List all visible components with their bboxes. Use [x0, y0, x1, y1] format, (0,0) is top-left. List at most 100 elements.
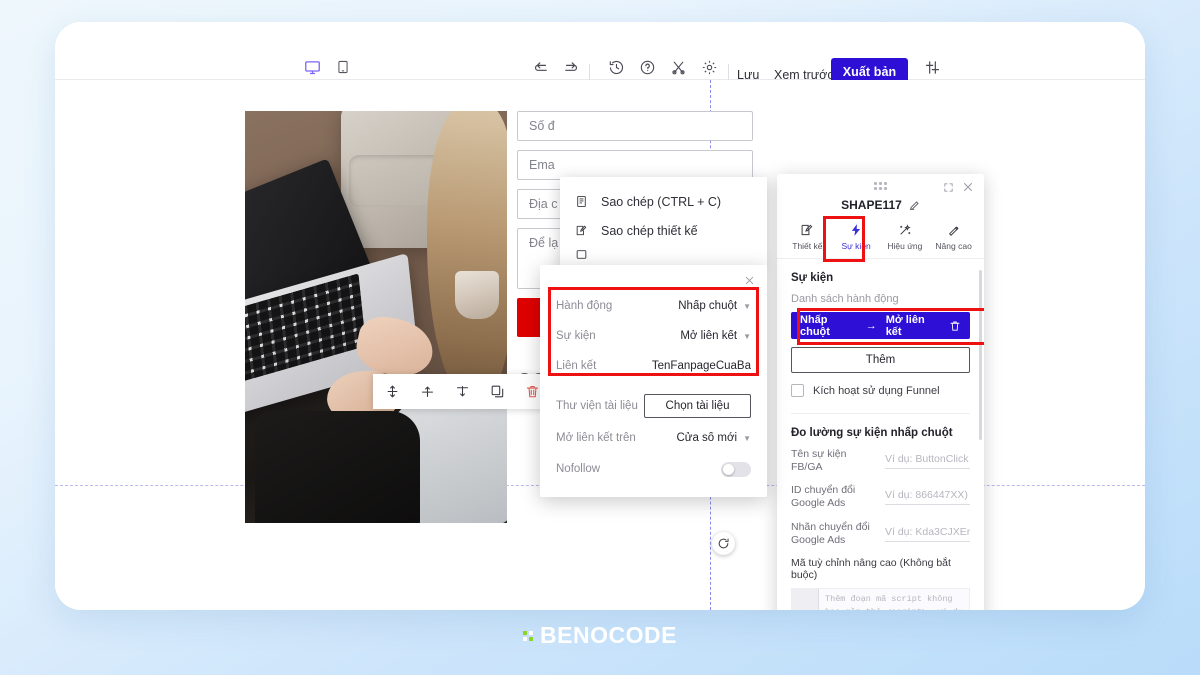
more-icon: [574, 247, 589, 262]
link-row-event[interactable]: Sự kiện Mở liên kết ▼: [540, 321, 767, 351]
brand-name: BENOCODE: [540, 622, 677, 648]
gads-conversion-id-input[interactable]: Ví dụ: 866447XX): [885, 489, 970, 506]
arrow-right-icon: →: [865, 319, 877, 332]
link-settings-popup[interactable]: Hành động Nhấp chuột ▼ Sự kiện Mở liên k…: [540, 265, 767, 497]
photo-legs: [255, 411, 420, 523]
funnel-checkbox[interactable]: [791, 384, 804, 397]
close-icon[interactable]: [741, 272, 757, 288]
link-row-url[interactable]: Liên kết TenFanpageCuaBa: [540, 351, 767, 381]
choose-file-button[interactable]: Chọn tài liệu: [644, 394, 751, 418]
custom-code-editor[interactable]: Thêm đoạn mã script không bao gồm thẻ <s…: [791, 587, 970, 610]
open-target-value-text: Cửa sổ mới: [676, 432, 738, 444]
tab-label: Hiệu ứng: [887, 241, 923, 251]
funnel-checkbox-row[interactable]: Kích hoạt sử dụng Funnel: [791, 384, 970, 397]
nofollow-toggle-wrap[interactable]: [644, 461, 751, 477]
align-bottom-icon[interactable]: [453, 382, 472, 401]
measure-row-gads-id: ID chuyển đổi Google Ads Ví dụ: 866447XX…: [791, 484, 970, 510]
form-field-email[interactable]: Ema: [517, 150, 753, 180]
measure-label: ID chuyển đổi Google Ads: [791, 484, 856, 510]
link-row-value-text: Nhấp chuột: [678, 300, 738, 312]
add-action-button[interactable]: Thêm: [791, 347, 970, 373]
nofollow-label: Nofollow: [556, 463, 601, 475]
link-row-action[interactable]: Hành động Nhấp chuột ▼: [540, 291, 767, 321]
close-icon[interactable]: [961, 180, 975, 194]
history-clock-icon[interactable]: [603, 54, 629, 80]
lightning-icon: [849, 221, 863, 238]
tab-advanced[interactable]: Nâng cao: [932, 221, 976, 251]
trash-icon[interactable]: [949, 320, 961, 332]
design-pencil-icon: [800, 221, 814, 238]
gads-conversion-label-input[interactable]: Ví dụ: Kda3CJXEr: [885, 526, 970, 542]
link-row-label: Sự kiện: [556, 330, 596, 342]
context-menu-item-copy-design[interactable]: Sao chép thiết kế: [560, 216, 767, 245]
mobile-view-icon[interactable]: [330, 54, 356, 80]
link-row-label: Liên kết: [556, 360, 597, 372]
context-menu-label: Sao chép (CTRL + C): [601, 194, 722, 209]
link-row-nofollow[interactable]: Nofollow: [540, 453, 767, 485]
link-row-label: Hành động: [556, 300, 613, 312]
move-vertical-icon[interactable]: [383, 382, 402, 401]
form-field-phone[interactable]: Số đ: [517, 111, 753, 141]
context-menu-label: Sao chép thiết kế: [601, 223, 698, 238]
pencil-icon[interactable]: [909, 200, 920, 211]
footer-brand: BENOCODE: [0, 622, 1200, 649]
context-menu-item-copy[interactable]: Sao chép (CTRL + C): [560, 187, 767, 216]
expand-icon[interactable]: [941, 180, 955, 194]
tab-design[interactable]: Thiết kế: [785, 221, 829, 251]
action-chip-action: Mở liên kết: [885, 313, 925, 338]
nofollow-toggle[interactable]: [721, 461, 751, 477]
tab-effects[interactable]: Hiệu ứng: [883, 221, 927, 251]
link-row-open-target[interactable]: Mở liên kết trên Cửa sổ mới ▼: [540, 423, 767, 453]
measure-label: Nhãn chuyển đổi Google Ads: [791, 520, 870, 546]
magic-wand-icon: [898, 221, 912, 238]
undo-icon[interactable]: [527, 54, 553, 80]
open-target-value[interactable]: Cửa sổ mới ▼: [644, 432, 751, 444]
action-chip-trigger: Nhấp chuột: [800, 313, 830, 338]
measure-row-gads-label: Nhãn chuyển đổi Google Ads Ví dụ: Kda3CJ…: [791, 521, 970, 547]
benocode-logo-dots-icon: [523, 630, 534, 641]
editor-canvas[interactable]: Số đ Ema Địa c Để lạ Lorem 88: [55, 80, 1145, 610]
chevron-down-icon: ▼: [743, 301, 751, 311]
app-window: Lưu Xem trước Xuất bản Số đ Ema Địa c Để…: [55, 22, 1145, 610]
panel-tabs[interactable]: Thiết kế Sự kiện Hiệu ứng Nâng cao: [777, 216, 984, 262]
open-target-label: Mở liên kết trên: [556, 432, 636, 444]
context-menu[interactable]: Sao chép (CTRL + C) Sao chép thiết kế: [560, 177, 767, 269]
chevron-down-icon: ▼: [743, 331, 751, 341]
action-chip-click-open-link[interactable]: Nhấp chuột → Mở liên kết: [791, 312, 970, 339]
events-section-title: Sự kiện: [791, 272, 834, 284]
rotate-icon[interactable]: [712, 532, 735, 555]
tab-label: Thiết kế: [792, 241, 823, 251]
align-top-icon[interactable]: [418, 382, 437, 401]
library-label: Thư viện tài liệu: [556, 400, 638, 412]
measure-title: Đo lường sự kiện nhấp chuột: [791, 427, 953, 439]
link-row-value[interactable]: Mở liên kết ▼: [644, 330, 751, 342]
gear-icon[interactable]: [696, 54, 722, 80]
code-gutter: [792, 588, 818, 610]
event-name-input[interactable]: Ví dụ: ButtonClick: [885, 453, 970, 470]
tab-events[interactable]: Sự kiện: [834, 221, 878, 251]
panel-body: Sự kiện Danh sách hành động Nhấp chuột →…: [777, 259, 984, 610]
image-element-laptop-photo[interactable]: [245, 111, 507, 523]
desktop-view-icon[interactable]: [299, 54, 325, 80]
tab-label: Sự kiện: [841, 241, 871, 251]
grip-dots-icon[interactable]: [873, 182, 888, 192]
question-circle-icon[interactable]: [634, 54, 660, 80]
top-toolbar: Lưu Xem trước Xuất bản: [55, 22, 1145, 85]
measurement-section: Đo lường sự kiện nhấp chuột Tên sự kiện …: [791, 413, 970, 610]
advanced-tool-icon: [947, 221, 961, 238]
link-url-input[interactable]: TenFanpageCuaBa: [644, 360, 751, 372]
panel-title-row: SHAPE117: [777, 198, 984, 212]
sliders-icon[interactable]: [919, 54, 945, 80]
tab-label: Nâng cao: [935, 241, 972, 251]
redo-icon[interactable]: [558, 54, 584, 80]
photo-cup: [455, 271, 499, 319]
link-row-value[interactable]: Nhấp chuột ▼: [644, 300, 751, 312]
properties-panel[interactable]: SHAPE117 Thiết kế Sự kiện Hiệu ứng Nâng …: [777, 174, 984, 610]
copy-design-icon: [574, 223, 589, 238]
duplicate-icon[interactable]: [488, 382, 507, 401]
link-row-library: Thư viện tài liệu Chọn tài liệu: [540, 389, 767, 423]
code-placeholder-text: Thêm đoạn mã script không bao gồm thẻ <s…: [818, 588, 969, 610]
scissors-icon[interactable]: [665, 54, 691, 80]
panel-scrollbar[interactable]: [979, 270, 982, 440]
context-menu-item-partial[interactable]: [560, 245, 767, 263]
